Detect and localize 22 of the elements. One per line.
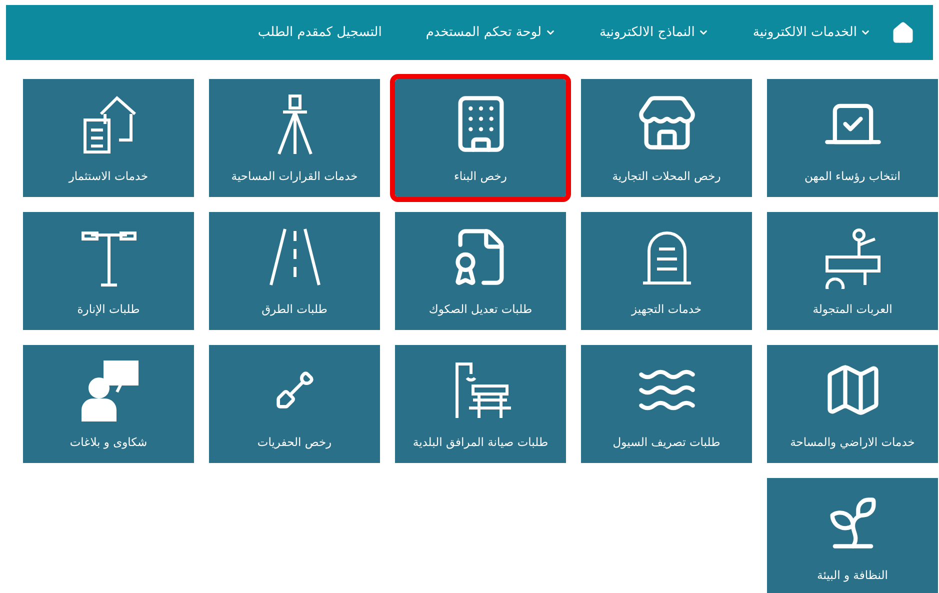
service-tile[interactable]: العربات المتجولة [767,212,938,330]
service-tile[interactable]: طلبات صيانة المرافق البلدية [395,345,566,463]
service-tile[interactable]: رخص البناء [395,79,566,197]
service-tile[interactable]: طلبات الطرق [209,212,380,330]
service-tile[interactable]: النظافة و البيئة [767,478,938,593]
service-tile[interactable]: انتخاب رؤساء المهن [767,79,938,197]
service-tile[interactable]: خدمات القرارات المساحية [209,79,380,197]
service-tile[interactable]: خدمات الاراضي والمساحة [767,345,938,463]
service-tile[interactable]: رخص المحلات التجارية [581,79,752,197]
shovel-icon [274,370,314,410]
nav-link[interactable]: لوحة تحكم المستخدم [426,25,556,40]
service-tile[interactable]: شكاوى و بلاغات [23,345,194,463]
nav-link[interactable]: التسجيل كمقدم الطلب [258,25,382,40]
service-tile[interactable]: طلبات الإنارة [23,212,194,330]
nav-link[interactable]: النماذج الالكترونية [600,25,709,40]
service-tile[interactable]: خدمات الاستثمار [23,79,194,197]
nav-link[interactable]: الخدمات الالكترونية [752,25,871,40]
service-tile[interactable]: طلبات تصريف السيول [581,345,752,463]
service-tile[interactable]: رخص الحفريات [209,345,380,463]
service-tile[interactable]: خدمات التجهيز [581,212,752,330]
service-tile[interactable]: طلبات تعديل الصكوك [395,212,566,330]
home-button[interactable] [891,20,915,44]
